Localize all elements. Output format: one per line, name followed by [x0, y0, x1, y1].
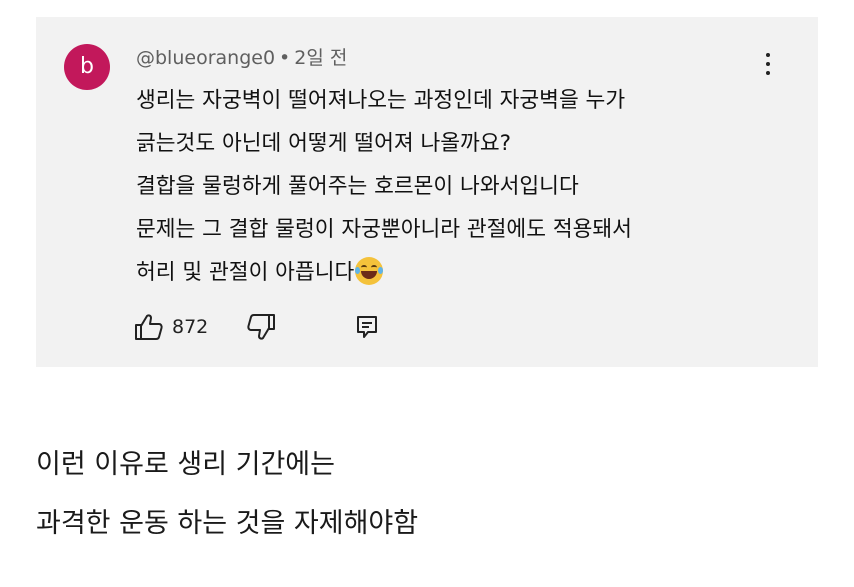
comment-time[interactable]: 2일 전 [294, 47, 347, 69]
comment-line: 문제는 그 결합 물렁이 자궁뿐아니라 관절에도 적용돼서 [136, 217, 632, 242]
reply-icon [357, 316, 377, 338]
comment-line: 결합을 물렁하게 풀어주는 호르몬이 나와서입니다 [136, 174, 579, 199]
caption-line-1: 이런 이유로 생리 기간에는 [36, 449, 335, 480]
avatar[interactable]: b [64, 44, 110, 90]
comment-line: 생리는 자궁벽이 떨어져나오는 과정인데 자궁벽을 누가 [136, 88, 626, 113]
comment-meta: @blueorange0 • 2일 전 [136, 43, 347, 70]
comment-card: b @blueorange0 • 2일 전 생리는 자궁벽이 떨어져나오는 과정인데… [36, 17, 818, 367]
laughing-tears-emoji-icon [355, 257, 384, 285]
more-vert-icon[interactable] [758, 53, 778, 81]
like-count: 872 [172, 316, 209, 338]
comment-actions: 872 [134, 313, 434, 341]
comment-line-last: 허리 및 관절이 아픕니다 [136, 251, 796, 294]
comment-line: 긁는것도 아닌데 어떻게 떨어져 나올까요? [136, 131, 512, 156]
thumbs-up-icon [135, 314, 163, 340]
thumbs-down-icon [247, 314, 275, 340]
reply-button[interactable] [356, 315, 378, 343]
username[interactable]: @blueorange0 [136, 47, 275, 69]
caption-line-2: 과격한 운동 하는 것을 자제해야함 [36, 508, 419, 539]
comment-line: 허리 및 관절이 아픕니다 [136, 260, 355, 285]
like-button[interactable]: 872 [134, 313, 208, 341]
avatar-letter: b [80, 54, 94, 79]
dislike-button[interactable] [246, 313, 276, 345]
meta-separator: • [279, 47, 291, 69]
comment-text: 생리는 자궁벽이 떨어져나오는 과정인데 자궁벽을 누가 긁는것도 아닌데 어떻… [136, 79, 796, 294]
